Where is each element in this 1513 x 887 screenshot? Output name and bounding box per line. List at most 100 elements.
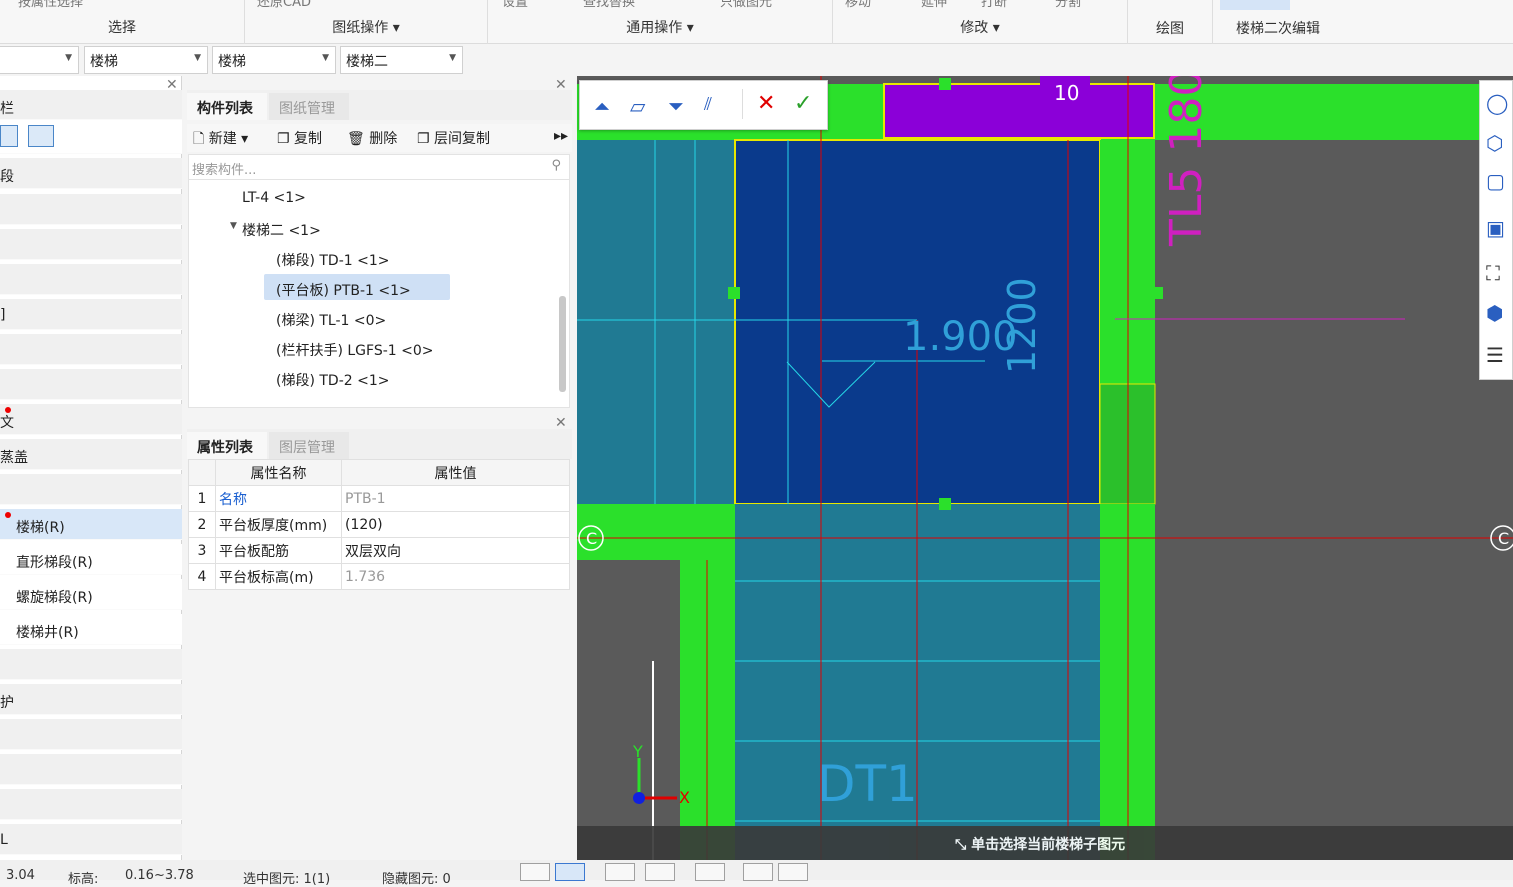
ribbon-group-label[interactable]: 修改 ▾ <box>833 17 1127 37</box>
nav-item[interactable]: 文 <box>0 404 182 435</box>
nav-item[interactable]: 段 <box>0 158 182 189</box>
angle-button[interactable] <box>645 863 675 881</box>
ribbon-group-draw: 绘图 <box>1128 0 1213 44</box>
ribbon-cut-label[interactable]: 还原CAD <box>257 0 311 10</box>
combo-type[interactable]: 楼梯 ▼ <box>212 46 336 74</box>
tree-item[interactable]: (梯梁) TL-1 <0> <box>276 310 386 330</box>
ortho-button[interactable] <box>555 863 585 881</box>
nav-item-label: 楼梯(R) <box>16 520 65 536</box>
new-button[interactable]: 🗋 新建 ▾ <box>193 128 248 152</box>
ribbon-cut-label[interactable]: 查找替换 <box>583 0 635 10</box>
cad-drawing[interactable]: C C 10 1.900 1200 DT1 TL5 180×300 3C12;3… <box>577 76 1513 860</box>
list-view-icon[interactable] <box>0 125 18 147</box>
detail-view-icon[interactable] <box>28 125 54 147</box>
chevron-down-icon: ▼ <box>194 53 201 63</box>
beam-annotation: TL5 180×300 3C12;3 <box>1161 76 1212 247</box>
view-3d-icon[interactable]: ⬡ <box>1486 131 1503 155</box>
tree-item[interactable]: (梯段) TD-2 <1> <box>276 370 389 390</box>
floor-copy-button[interactable]: ❐ 层间复制 <box>417 128 490 148</box>
box-view-icon[interactable]: ▢ <box>1486 169 1505 193</box>
search-input[interactable]: 搜索构件... ⚲ <box>188 154 570 180</box>
nav-item-stair[interactable]: 楼梯(R) <box>0 509 182 540</box>
property-value[interactable]: (120) <box>341 511 570 538</box>
tree-item-selected[interactable]: (平台板) PTB-1 <1> <box>276 280 411 300</box>
table-row[interactable]: 1 名称 PTB-1 <box>188 485 570 512</box>
caret-down-icon[interactable]: ▼ <box>230 221 237 231</box>
nav-item[interactable]: 护 <box>0 684 182 715</box>
tree-item[interactable]: 楼梯二 <1> <box>242 220 321 240</box>
railing-icon[interactable]: ⫽ <box>704 94 712 115</box>
ribbon-cut-label[interactable]: 打断 <box>981 0 1007 10</box>
ribbon-cut-label[interactable]: 按属性选择 <box>18 0 83 10</box>
table-row[interactable]: 2 平台板厚度(mm) (120) <box>188 511 570 538</box>
ribbon-cut-label[interactable]: 只做图元 <box>720 0 772 10</box>
ribbon-group-label[interactable]: 图纸操作 ▾ <box>245 17 487 37</box>
ribbon-cut-label[interactable]: 延伸 <box>921 0 947 10</box>
ribbon-cut-label[interactable]: 移动 <box>845 0 871 10</box>
copy-button[interactable]: ❐ 复制 <box>277 128 322 148</box>
nav-item-spiral-flight[interactable]: 螺旋梯段(R) <box>0 579 182 610</box>
cube-select-icon[interactable]: ⬢ <box>1486 301 1503 325</box>
ribbon-group-label[interactable]: 选择 <box>0 17 244 37</box>
arc-button[interactable] <box>778 863 808 881</box>
beam-icon[interactable]: ⏷ <box>668 94 684 118</box>
nav-item[interactable] <box>0 194 182 225</box>
nav-item[interactable] <box>0 229 182 260</box>
point-button[interactable] <box>695 863 725 881</box>
tab-layer-manage[interactable]: 图层管理 <box>269 432 349 459</box>
tab-property-list[interactable]: 属性列表 <box>187 432 267 459</box>
nav-item-label: 段 <box>0 169 14 185</box>
grid-button[interactable] <box>743 863 773 881</box>
combo-category[interactable]: 楼梯 ▼ <box>84 46 208 74</box>
nav-item[interactable] <box>0 369 182 400</box>
confirm-icon[interactable]: ✓ <box>794 91 812 116</box>
stair-flight-icon[interactable]: ⏶ <box>594 94 610 118</box>
nav-item[interactable] <box>0 334 182 365</box>
nav-item[interactable] <box>0 719 182 750</box>
fit-view-icon[interactable]: ⛶ <box>1486 261 1500 285</box>
combo-component[interactable]: 楼梯二 ▼ <box>340 46 463 74</box>
nav-item[interactable] <box>0 754 182 785</box>
ribbon-group-label[interactable]: 通用操作 ▾ <box>488 17 832 37</box>
nav-item[interactable] <box>0 474 182 505</box>
property-value[interactable]: 双层双向 <box>341 537 570 564</box>
nav-item[interactable] <box>0 649 182 680</box>
nav-item-stairwell[interactable]: 楼梯井(R) <box>0 614 182 645</box>
tree-scrollbar[interactable] <box>559 296 566 392</box>
nav-item[interactable] <box>0 264 182 295</box>
more-icon[interactable]: ▸▸ <box>554 128 568 144</box>
ribbon-cut-label[interactable]: 分割 <box>1055 0 1081 10</box>
snap-button[interactable] <box>520 863 550 881</box>
tree-item[interactable]: (栏杆扶手) LGFS-1 <0> <box>276 340 434 360</box>
delete-button[interactable]: 🗑 删除 <box>347 128 397 148</box>
tab-drawing-manage[interactable]: 图纸管理 <box>269 93 349 120</box>
table-row[interactable]: 3 平台板配筋 双层双向 <box>188 537 570 564</box>
cancel-icon[interactable]: ✕ <box>757 91 775 116</box>
property-value[interactable]: PTB-1 <box>341 485 570 512</box>
ribbon-group-common: 设置 查找替换 只做图元 通用操作 ▾ <box>488 0 833 44</box>
combo-floor[interactable]: ▼ <box>0 46 79 74</box>
ribbon-group-drawing: 还原CAD 图纸操作 ▾ <box>245 0 488 44</box>
orbit-icon[interactable]: ◯ <box>1486 91 1508 115</box>
landing-icon[interactable]: ▱ <box>630 94 645 118</box>
ribbon-group-label[interactable]: 绘图 <box>1128 18 1212 38</box>
hint-bar: ⤡ 单击选择当前楼梯子图元 <box>577 826 1513 860</box>
layer-view-icon[interactable]: ☰ <box>1486 343 1504 367</box>
nav-item[interactable]: L <box>0 824 182 855</box>
nav-item-straight-flight[interactable]: 直形梯段(R) <box>0 544 182 575</box>
property-value[interactable]: 1.736 <box>341 563 570 590</box>
nav-item[interactable] <box>0 789 182 820</box>
nav-item[interactable]: ] <box>0 299 182 330</box>
table-row[interactable]: 4 平台板标高(m) 1.736 <box>188 563 570 590</box>
tree-item[interactable]: (梯段) TD-1 <1> <box>276 250 389 270</box>
tree-item[interactable]: LT-4 <1> <box>242 190 306 206</box>
intersect-button[interactable] <box>605 863 635 881</box>
tab-component-list[interactable]: 构件列表 <box>187 93 267 120</box>
ribbon-cut-label[interactable]: 设置 <box>502 0 528 10</box>
nav-item-label: 螺旋梯段(R) <box>16 590 93 606</box>
nav-item[interactable]: 蒸盖 <box>0 439 182 470</box>
copy-icon: ❐ <box>277 131 290 147</box>
solid-box-icon[interactable]: ▣ <box>1486 216 1505 240</box>
ribbon-group-label[interactable]: 楼梯二次编辑 <box>1213 18 1343 38</box>
drawing-canvas[interactable]: C C 10 1.900 1200 DT1 TL5 180×300 3C12;3… <box>577 76 1513 860</box>
